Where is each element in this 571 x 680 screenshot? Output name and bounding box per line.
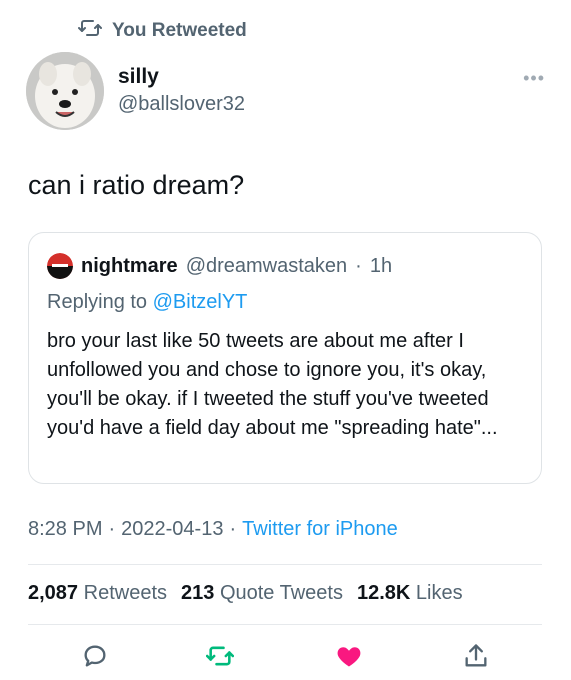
display-name[interactable]: silly	[118, 64, 245, 90]
meta-separator: ·	[108, 518, 116, 540]
retweets-label: Retweets	[83, 582, 167, 604]
quoted-separator: ·	[355, 254, 362, 277]
tweet-author: silly @ballslover32	[118, 64, 245, 118]
retweet-banner-label: You Retweeted	[112, 20, 247, 41]
action-bar	[0, 638, 571, 678]
quoted-tweet-header: nightmare @dreamwastaken · 1h	[47, 253, 392, 279]
quoted-handle: @dreamwastaken	[185, 254, 348, 277]
quoted-tweet-text: bro your last like 50 tweets are about m…	[47, 330, 498, 439]
share-icon[interactable]	[462, 642, 490, 670]
tweet-time[interactable]: 8:28 PM	[28, 518, 102, 541]
avatar[interactable]	[26, 52, 104, 130]
handle[interactable]: @ballslover32	[118, 90, 245, 118]
tweet-text: can i ratio dream?	[28, 170, 245, 200]
likes-stat[interactable]: 12.8K Likes	[357, 582, 463, 605]
tweet-date[interactable]: 2022-04-13	[121, 518, 223, 541]
likes-count: 12.8K	[356, 582, 411, 604]
meta-separator: ·	[229, 518, 237, 540]
quoted-tweet[interactable]: nightmare @dreamwastaken · 1h Replying t…	[28, 232, 542, 484]
likes-label: Likes	[415, 582, 463, 604]
replying-prefix: Replying to	[47, 291, 148, 313]
quotes-count: 213	[181, 582, 215, 604]
quoted-display-name: nightmare	[81, 254, 178, 277]
divider	[28, 624, 542, 625]
retweets-stat[interactable]: 2,087 Retweets	[28, 582, 167, 605]
quotes-label: Quote Tweets	[219, 582, 343, 604]
tweet-meta: 8:28 PM · 2022-04-13 · Twitter for iPhon…	[28, 518, 398, 541]
quotes-stat[interactable]: 213 Quote Tweets	[181, 582, 343, 605]
retweets-count: 2,087	[28, 582, 79, 604]
heart-icon[interactable]	[335, 642, 363, 670]
retweet-action-icon[interactable]	[205, 642, 235, 670]
replying-to: Replying to @BitzelYT	[47, 291, 247, 314]
divider	[28, 564, 542, 565]
reply-icon[interactable]	[81, 642, 109, 670]
retweet-banner: You Retweeted	[78, 16, 247, 46]
replying-mention[interactable]: @BitzelYT	[153, 291, 248, 313]
quoted-time: 1h	[369, 254, 393, 277]
more-icon[interactable]: •••	[523, 68, 545, 89]
tweet-stats: 2,087 Retweets 213 Quote Tweets 12.8K Li…	[28, 582, 463, 605]
tweet-source[interactable]: Twitter for iPhone	[242, 518, 398, 541]
retweet-icon	[78, 16, 102, 46]
quoted-avatar	[47, 253, 73, 279]
